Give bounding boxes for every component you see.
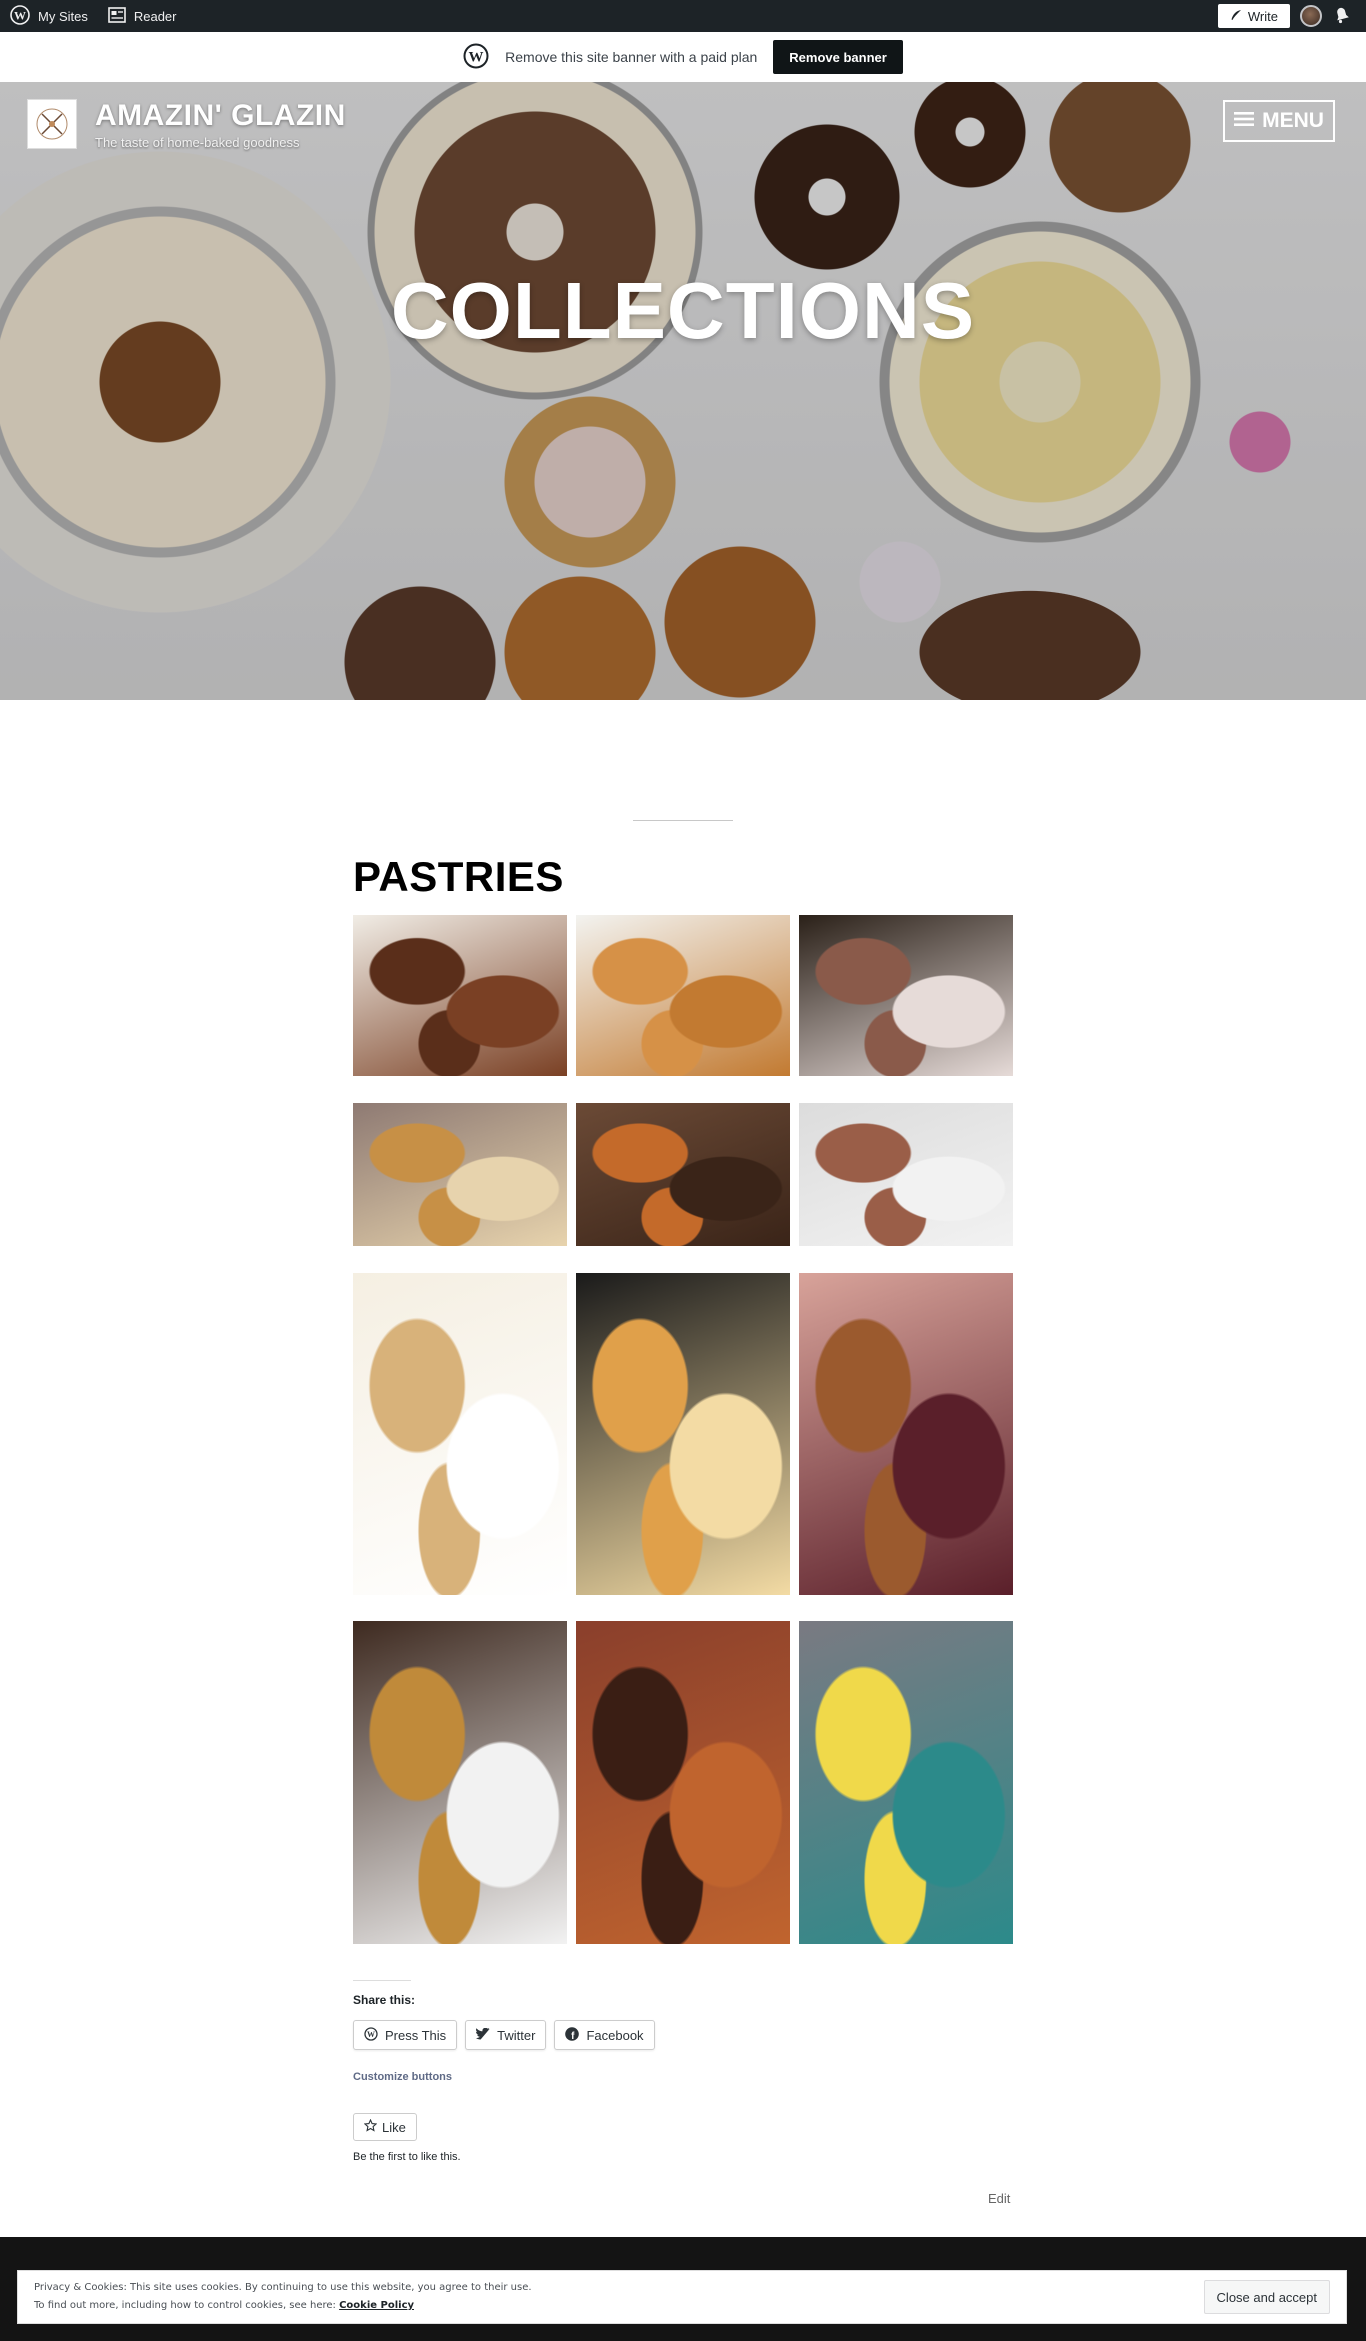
upgrade-banner: W Remove this site banner with a paid pl… (0, 32, 1366, 82)
press-this-label: Press This (385, 2027, 447, 2043)
gallery-image-floss-bread[interactable] (576, 915, 790, 1076)
svg-text:W: W (469, 49, 484, 65)
svg-text:W: W (14, 8, 26, 22)
write-button[interactable]: Write (1217, 4, 1290, 28)
cookie-policy-link[interactable]: Cookie Policy (339, 2300, 414, 2311)
gallery-image-custard-bars[interactable] (576, 1273, 790, 1595)
gallery-image-lemon-cake[interactable] (799, 1621, 1013, 1944)
gallery-image-eclairs[interactable] (576, 1621, 790, 1944)
star-icon (363, 2118, 378, 2135)
menu-toggle-button[interactable]: MENU (1223, 100, 1335, 142)
notifications-bell-icon[interactable] (1332, 6, 1352, 27)
facebook-icon: f (565, 2026, 580, 2044)
reader-icon (108, 6, 126, 26)
twitter-bird-icon (476, 2027, 490, 2043)
site-branding: AMAZIN' GLAZIN The taste of home-baked g… (27, 99, 346, 150)
section-heading: PASTRIES (353, 853, 564, 900)
gallery-image-chocolate-macarons[interactable] (799, 1103, 1013, 1246)
site-tagline: The taste of home-baked goodness (95, 135, 300, 150)
cookie-notice: Privacy & Cookies: This site uses cookie… (17, 2270, 1347, 2324)
site-title[interactable]: AMAZIN' GLAZIN (95, 99, 346, 133)
wordpress-logo-icon: W (10, 4, 30, 28)
page-title: COLLECTIONS (390, 266, 976, 355)
menu-label: MENU (1262, 109, 1324, 132)
my-sites-menu[interactable]: W My Sites (0, 0, 98, 32)
gallery-image-donuts-box[interactable] (799, 915, 1013, 1076)
gallery-image-brownies[interactable] (353, 915, 567, 1076)
content-divider (633, 820, 733, 821)
svg-text:W: W (367, 2030, 375, 2039)
facebook-label: Facebook (586, 2027, 644, 2043)
gallery-image-croissants[interactable] (576, 1103, 790, 1246)
share-divider (353, 1980, 411, 1981)
gallery-image-lattice-pie[interactable] (799, 1273, 1013, 1595)
user-avatar[interactable] (1300, 5, 1322, 27)
edit-link[interactable]: Edit (988, 2191, 1010, 2206)
reader-link[interactable]: Reader (98, 0, 187, 32)
admin-bar-right: Write (1217, 4, 1366, 28)
press-this-button[interactable]: W Press This (353, 2020, 458, 2050)
wordpress-logo-icon: W (364, 2026, 378, 2044)
cookie-text-line-2-label: To find out more, including how to contr… (34, 2300, 336, 2311)
facebook-share-button[interactable]: f Facebook (554, 2020, 655, 2050)
cookie-text-line-2: To find out more, including how to contr… (34, 2297, 532, 2315)
reader-label: Reader (133, 8, 177, 24)
twitter-share-button[interactable]: Twitter (465, 2020, 547, 2050)
wordpress-logo-icon: W (463, 43, 489, 72)
write-label: Write (1247, 8, 1278, 24)
gallery-image-chocolate-chip-bars[interactable] (353, 1621, 567, 1944)
share-title: Share this: (353, 1993, 416, 2007)
hero-header-image (0, 82, 1366, 700)
like-label: Like (382, 2119, 406, 2135)
site-logo[interactable] (27, 99, 77, 149)
share-buttons: W Press This Twitter f Facebook (353, 2020, 655, 2050)
gallery-image-loaf-cake[interactable] (353, 1103, 567, 1246)
like-note: Be the first to like this. (353, 2151, 461, 2163)
admin-bar: W My Sites Reader Write (0, 0, 1366, 32)
remove-banner-button[interactable]: Remove banner (773, 40, 903, 74)
cookie-text: Privacy & Cookies: This site uses cookie… (34, 2279, 532, 2315)
gallery-image-cinnamon-rolls[interactable] (353, 1273, 567, 1595)
my-sites-label: My Sites (38, 8, 88, 24)
banner-text: Remove this site banner with a paid plan (505, 49, 758, 65)
twitter-label: Twitter (497, 2027, 536, 2043)
customize-buttons-link[interactable]: Customize buttons (353, 2071, 452, 2083)
close-and-accept-button[interactable]: Close and accept (1203, 2280, 1330, 2314)
hamburger-icon (1234, 109, 1255, 133)
cookie-text-line-1: Privacy & Cookies: This site uses cookie… (34, 2282, 532, 2293)
quill-icon (1230, 9, 1242, 24)
like-button[interactable]: Like (353, 2113, 417, 2141)
